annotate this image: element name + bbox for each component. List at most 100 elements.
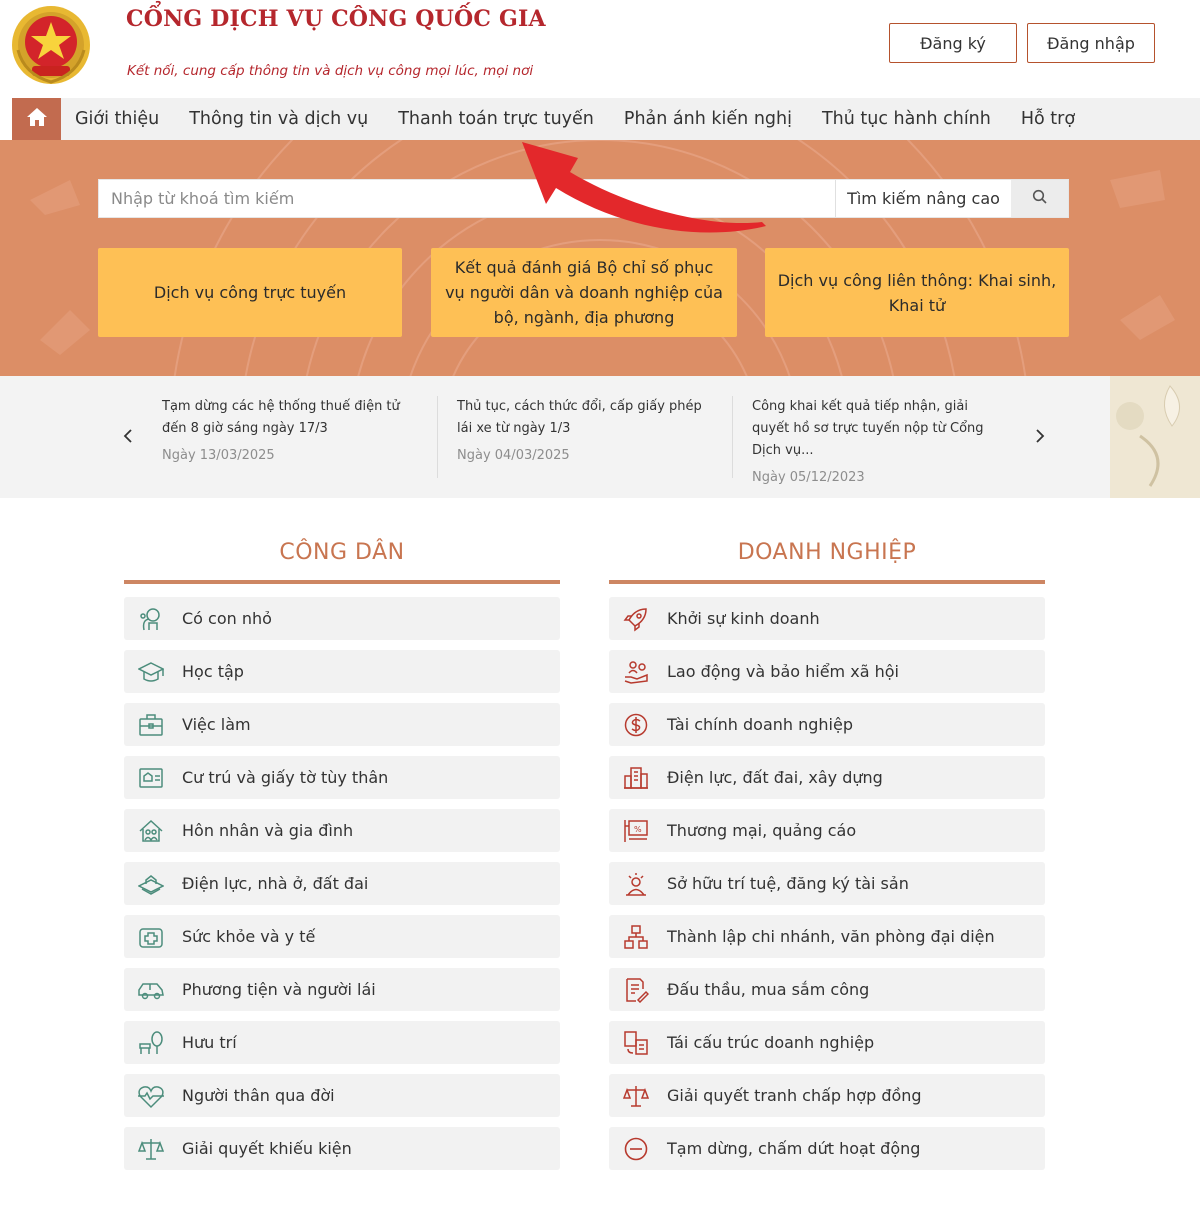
category-label: Phương tiện và người lái	[182, 980, 376, 999]
billboard-icon: %	[622, 817, 650, 845]
category-label: Sở hữu trí tuệ, đăng ký tài sản	[667, 874, 909, 893]
quick-link-evaluation-index[interactable]: Kết quả đánh giá Bộ chỉ số phục vụ người…	[431, 248, 737, 337]
citizen-item-phuong-tien[interactable]: Phương tiện và người lái	[124, 968, 560, 1011]
quick-link-online-services[interactable]: Dịch vụ công trực tuyến	[98, 248, 402, 337]
nav-item-thong-tin-dich-vu[interactable]: Thông tin và dịch vụ	[189, 109, 368, 129]
business-item-tai-chinh[interactable]: Tài chính doanh nghiệp	[609, 703, 1045, 746]
briefcase-icon	[137, 711, 165, 739]
news-title[interactable]: Thủ tục, cách thức đổi, cấp giấy phép lá…	[457, 396, 732, 440]
business-divider	[609, 580, 1045, 584]
category-label: Việc làm	[182, 715, 251, 734]
category-label: Người thân qua đời	[182, 1086, 335, 1105]
land-house-icon	[137, 870, 165, 898]
register-button[interactable]: Đăng ký	[889, 23, 1017, 63]
scales-icon	[137, 1135, 165, 1163]
business-item-thuong-mai[interactable]: % Thương mại, quảng cáo	[609, 809, 1045, 852]
rocket-icon	[622, 605, 650, 633]
category-label: Khởi sự kinh doanh	[667, 609, 820, 628]
category-label: Học tập	[182, 662, 244, 681]
business-item-so-huu-tri-tue[interactable]: Sở hữu trí tuệ, đăng ký tài sản	[609, 862, 1045, 905]
category-label: Đấu thầu, mua sắm công	[667, 980, 870, 999]
citizen-item-huu-tri[interactable]: Hưu trí	[124, 1021, 560, 1064]
category-label: Có con nhỏ	[182, 609, 272, 628]
family-home-icon	[137, 817, 165, 845]
citizen-item-hoc-tap[interactable]: Học tập	[124, 650, 560, 693]
citizen-heading: CÔNG DÂN	[279, 540, 405, 565]
chevron-left-icon	[123, 428, 133, 448]
chevron-right-icon	[1035, 428, 1045, 448]
heartbeat-icon	[137, 1082, 165, 1110]
category-label: Tạm dừng, chấm dứt hoạt động	[667, 1139, 921, 1158]
category-label: Giải quyết tranh chấp hợp đồng	[667, 1086, 922, 1105]
category-label: Điện lực, nhà ở, đất đai	[182, 874, 369, 893]
category-label: Sức khỏe và y tế	[182, 927, 316, 946]
annotation-arrow	[522, 142, 766, 233]
quick-link-birth-death[interactable]: Dịch vụ công liên thông: Khai sinh, Khai…	[765, 248, 1069, 337]
nav-item-phan-anh[interactable]: Phản ánh kiến nghị	[624, 109, 792, 129]
citizen-item-nguoi-than-qua-doi[interactable]: Người thân qua đời	[124, 1074, 560, 1117]
insurance-hand-icon	[622, 658, 650, 686]
idea-person-icon	[622, 870, 650, 898]
portal-slogan: Kết nối, cung cấp thông tin và dịch vụ c…	[127, 63, 534, 79]
citizen-item-khieu-kien[interactable]: Giải quyết khiếu kiện	[124, 1127, 560, 1170]
category-label: Giải quyết khiếu kiện	[182, 1139, 352, 1158]
business-item-tam-dung[interactable]: Tạm dừng, chấm dứt hoạt động	[609, 1127, 1045, 1170]
business-item-dien-luc-xay-dung[interactable]: Điện lực, đất đai, xây dựng	[609, 756, 1045, 799]
minus-circle-icon	[622, 1135, 650, 1163]
news-date: Ngày 04/03/2025	[457, 448, 570, 463]
citizen-item-viec-lam[interactable]: Việc làm	[124, 703, 560, 746]
category-label: Thành lập chi nhánh, văn phòng đại diện	[667, 927, 995, 946]
category-label: Lao động và bảo hiểm xã hội	[667, 662, 899, 681]
graduation-cap-icon	[137, 658, 165, 686]
building-icon	[622, 764, 650, 792]
business-item-lao-dong[interactable]: Lao động và bảo hiểm xã hội	[609, 650, 1045, 693]
citizen-item-dien-luc[interactable]: Điện lực, nhà ở, đất đai	[124, 862, 560, 905]
scales-icon	[622, 1082, 650, 1110]
citizen-divider	[124, 580, 560, 584]
baby-icon	[137, 605, 165, 633]
site-header: CỔNG DỊCH VỤ CÔNG QUỐC GIA Kết nối, cung…	[0, 0, 1200, 98]
search-icon	[1032, 189, 1048, 209]
news-prev-button[interactable]	[118, 426, 138, 450]
dollar-coin-icon	[622, 711, 650, 739]
citizen-item-cu-tru[interactable]: Cư trú và giấy tờ tùy thân	[124, 756, 560, 799]
nav-item-ho-tro[interactable]: Hỗ trợ	[1021, 109, 1075, 129]
news-strip: Tạm dừng các hệ thống thuế điện tử đến 8…	[0, 376, 1200, 498]
svg-text:%: %	[634, 825, 642, 834]
category-label: Tái cấu trúc doanh nghiệp	[667, 1033, 875, 1052]
citizen-item-co-con-nho[interactable]: Có con nhỏ	[124, 597, 560, 640]
login-button[interactable]: Đăng nhập	[1027, 23, 1155, 63]
news-item[interactable]: Thủ tục, cách thức đổi, cấp giấy phép lá…	[457, 396, 733, 478]
citizen-item-suc-khoe[interactable]: Sức khỏe và y tế	[124, 915, 560, 958]
business-section: DOANH NGHIỆP Khởi sự kinh doanh Lao động…	[609, 540, 1045, 1180]
advanced-search-button[interactable]: Tìm kiếm nâng cao	[835, 180, 1011, 217]
business-item-dau-thau[interactable]: Đấu thầu, mua sắm công	[609, 968, 1045, 1011]
news-title[interactable]: Tạm dừng các hệ thống thuế điện tử đến 8…	[162, 396, 437, 440]
org-chart-icon	[622, 923, 650, 951]
business-item-tai-cau-truc[interactable]: Tái cấu trúc doanh nghiệp	[609, 1021, 1045, 1064]
category-label: Thương mại, quảng cáo	[667, 821, 857, 840]
search-button[interactable]	[1011, 180, 1068, 217]
category-label: Hôn nhân và gia đình	[182, 821, 354, 840]
business-item-tranh-chap[interactable]: Giải quyết tranh chấp hợp đồng	[609, 1074, 1045, 1117]
business-item-thanh-lap-chi-nhanh[interactable]: Thành lập chi nhánh, văn phòng đại diện	[609, 915, 1045, 958]
home-icon	[26, 107, 48, 131]
nav-item-thu-tuc[interactable]: Thủ tục hành chính	[822, 109, 991, 129]
citizen-section: CÔNG DÂN Có con nhỏ Học tập Việc làm Cư …	[124, 540, 560, 1180]
nav-item-gioi-thieu[interactable]: Giới thiệu	[75, 109, 159, 129]
business-item-khoi-su[interactable]: Khởi sự kinh doanh	[609, 597, 1045, 640]
category-label: Cư trú và giấy tờ tùy thân	[182, 768, 389, 787]
news-item[interactable]: Công khai kết quả tiếp nhận, giải quyết …	[752, 396, 1014, 485]
national-emblem-logo[interactable]	[10, 4, 92, 86]
citizen-item-hon-nhan[interactable]: Hôn nhân và gia đình	[124, 809, 560, 852]
category-label: Tài chính doanh nghiệp	[667, 715, 853, 734]
portal-title[interactable]: CỔNG DỊCH VỤ CÔNG QUỐC GIA	[126, 6, 546, 32]
news-item[interactable]: Tạm dừng các hệ thống thuế điện tử đến 8…	[162, 396, 438, 478]
news-title[interactable]: Công khai kết quả tiếp nhận, giải quyết …	[752, 396, 1014, 462]
category-label: Điện lực, đất đai, xây dựng	[667, 768, 883, 787]
news-next-button[interactable]	[1030, 426, 1050, 450]
news-date: Ngày 13/03/2025	[162, 448, 275, 463]
nav-home[interactable]	[12, 98, 61, 140]
car-icon	[137, 976, 165, 1004]
nav-item-thanh-toan[interactable]: Thanh toán trực tuyến	[398, 109, 594, 129]
